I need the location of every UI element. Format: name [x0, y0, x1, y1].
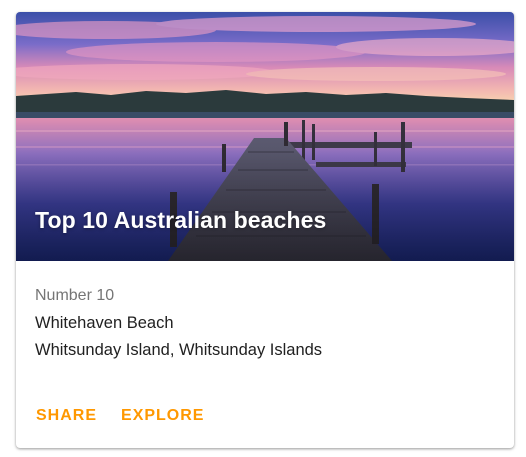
card-title: Top 10 Australian beaches: [35, 207, 327, 233]
share-button[interactable]: SHARE: [28, 398, 105, 434]
card-actions: SHARE EXPLORE: [28, 398, 212, 434]
card-content: Number 10 Whitehaven Beach Whitsunday Is…: [35, 286, 495, 367]
explore-button[interactable]: EXPLORE: [113, 398, 212, 434]
card-media-image: Top 10 Australian beaches: [16, 12, 514, 261]
beach-name: Whitehaven Beach: [35, 314, 174, 332]
card-subtitle: Number 10: [35, 287, 115, 304]
beach-location: Whitsunday Island, Whitsunday Islands: [35, 341, 323, 359]
card: Top 10 Australian beaches Number 10 Whit…: [16, 12, 514, 448]
